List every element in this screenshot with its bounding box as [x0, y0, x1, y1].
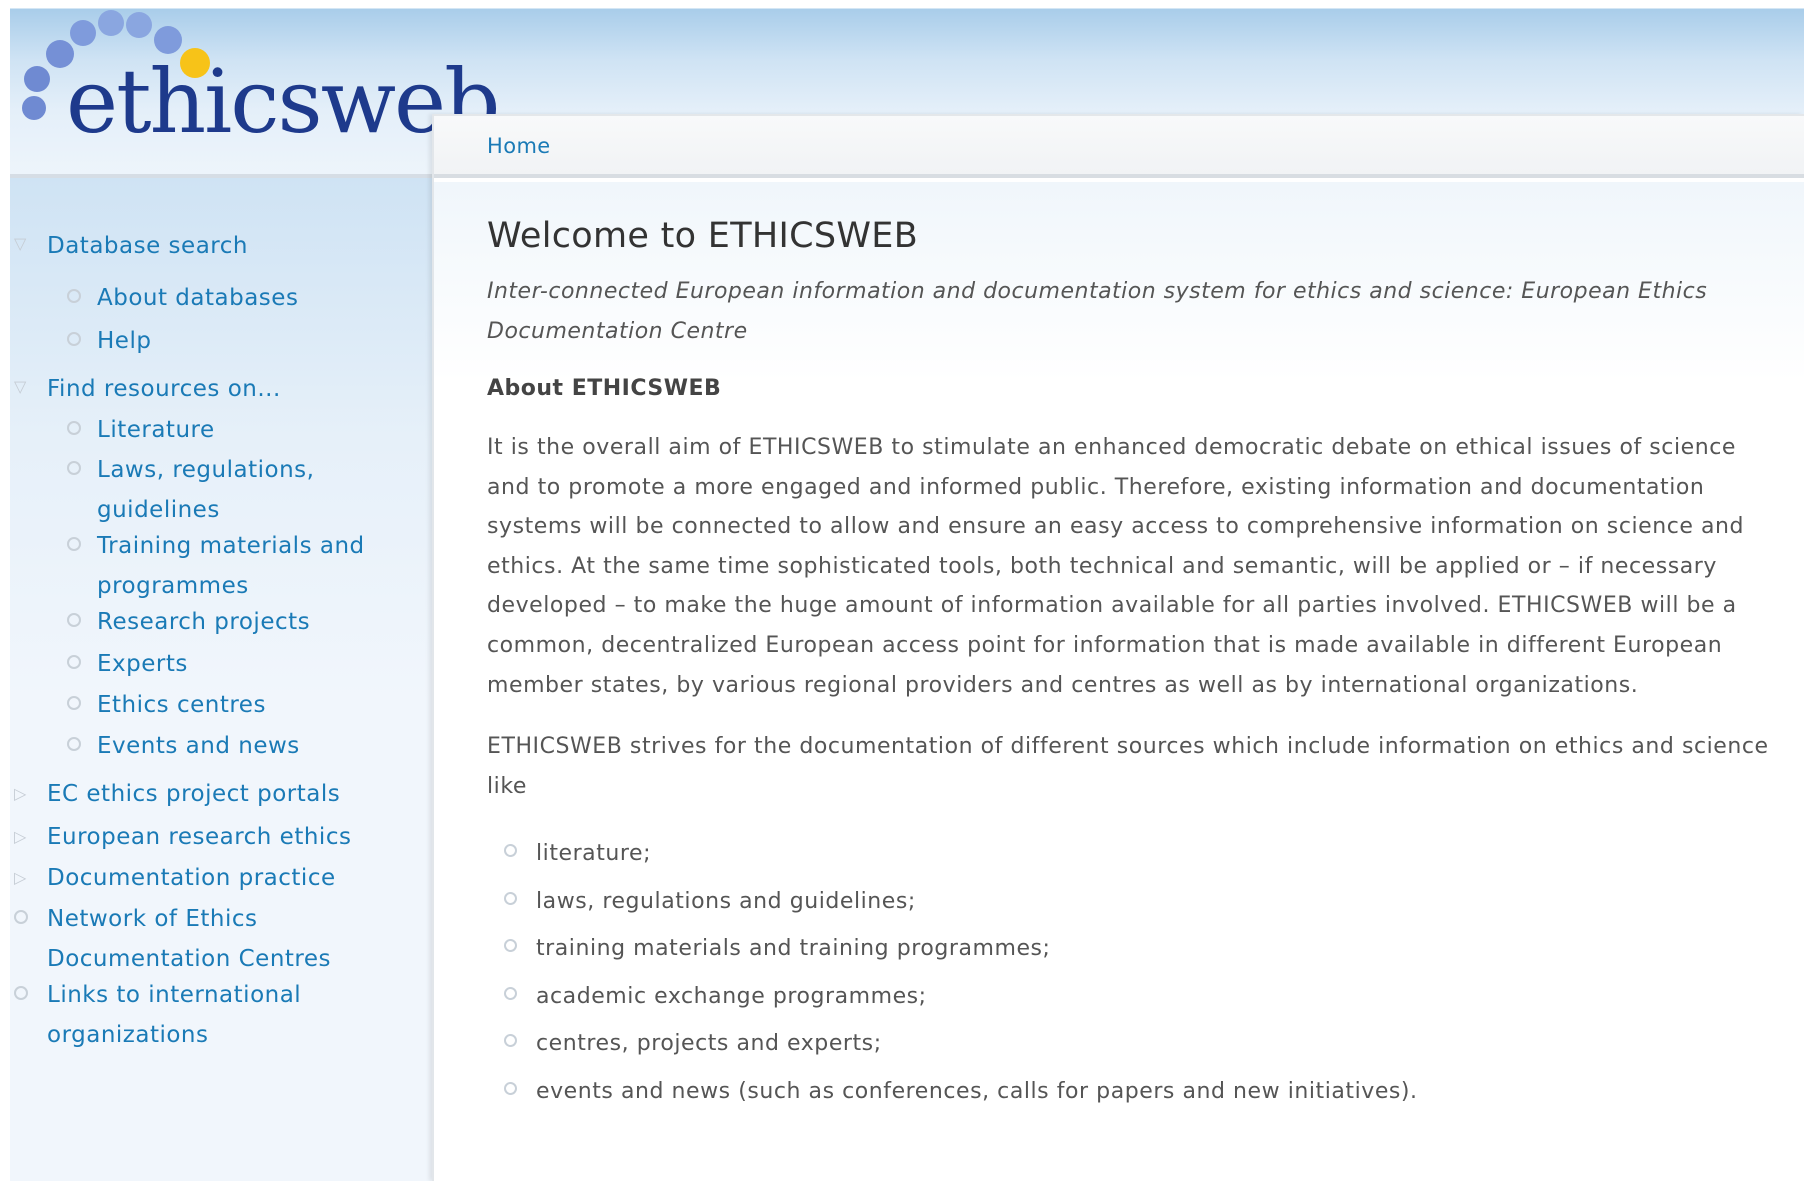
list-item: events and news (such as conferences, ca… [487, 1068, 1777, 1116]
circle-bullet-icon [67, 737, 81, 751]
circle-bullet-icon [504, 844, 517, 858]
sidebar-item[interactable]: Links to international organizations [10, 975, 420, 1055]
sidebar-item-label[interactable]: Find resources on... [10, 369, 420, 409]
list-item-text: events and news (such as conferences, ca… [536, 1078, 1418, 1104]
collapsed-triangle-icon: ▷ [14, 868, 27, 887]
section-heading: About ETHICSWEB [487, 376, 722, 401]
sources-list: literature; laws, regulations and guideli… [487, 830, 1777, 1115]
circle-bullet-icon [67, 421, 81, 435]
circle-bullet-icon [504, 891, 517, 905]
circle-bullet-icon [67, 613, 81, 627]
circle-bullet-icon [67, 332, 81, 346]
list-item: laws, regulations and guidelines; [487, 878, 1777, 926]
circle-bullet-icon [67, 696, 81, 710]
sidebar-item-label[interactable]: Links to international organizations [10, 975, 420, 1055]
sidebar-item[interactable]: Research projects [10, 602, 420, 642]
page-title: Welcome to ETHICSWEB [487, 216, 919, 256]
list-item-text: academic exchange programmes; [536, 983, 927, 1009]
circle-bullet-icon [14, 986, 28, 1000]
list-item-text: literature; [536, 841, 652, 867]
expanded-triangle-icon: ▽ [14, 234, 27, 253]
sidebar-item[interactable]: ▷ EC ethics project portals [10, 774, 420, 814]
sidebar-item-label[interactable]: Database search [10, 226, 420, 266]
circle-bullet-icon [504, 986, 517, 1000]
circle-bullet-icon [67, 289, 81, 303]
sidebar-item[interactable]: Experts [10, 644, 420, 684]
logo-dot [98, 10, 124, 36]
logo-dot [70, 20, 96, 46]
logo-dot [24, 66, 50, 92]
sources-paragraph: ETHICSWEB strives for the documentation … [487, 734, 1769, 799]
circle-bullet-icon [504, 939, 517, 953]
logo-dot [22, 96, 46, 120]
sidebar-item[interactable]: Help [10, 321, 420, 361]
collapsed-triangle-icon: ▷ [14, 827, 27, 846]
site-logo[interactable]: ethicsweb [14, 8, 500, 178]
sidebar-item-label[interactable]: Network of Ethics Documentation Centres [10, 899, 420, 979]
circle-bullet-icon [14, 910, 28, 924]
sidebar-item[interactable]: ▷ European research ethics [10, 817, 420, 857]
list-item: literature; [487, 830, 1777, 878]
sidebar-item[interactable]: Events and news [10, 726, 420, 766]
sidebar-item[interactable]: Training materials and programmes [10, 526, 420, 606]
expanded-triangle-icon: ▽ [14, 377, 27, 396]
content-area: Welcome to ETHICSWEB Inter-connected Eur… [487, 214, 1777, 1115]
sidebar-item[interactable]: ▽ Database search [10, 226, 420, 266]
list-item-text: training materials and training programm… [536, 936, 1051, 962]
sidebar-item[interactable]: About databases [10, 278, 420, 318]
sidebar-item-label[interactable]: Documentation practice [10, 858, 420, 898]
sidebar-item[interactable]: ▷ Documentation practice [10, 858, 420, 898]
logo-dot [126, 12, 152, 38]
circle-bullet-icon [67, 461, 81, 475]
collapsed-triangle-icon: ▷ [14, 784, 27, 803]
sidebar-item[interactable]: Ethics centres [10, 685, 420, 725]
list-item: training materials and training programm… [487, 925, 1777, 973]
breadcrumb-bar: Home [434, 114, 1804, 178]
intro-paragraph: It is the overall aim of ETHICSWEB to st… [487, 435, 1745, 698]
breadcrumb-home-link[interactable]: Home [487, 134, 551, 158]
list-item: centres, projects and experts; [487, 1020, 1777, 1068]
sidebar-item[interactable]: Laws, regulations, guidelines [10, 450, 420, 530]
sidebar-item[interactable]: Network of Ethics Documentation Centres [10, 899, 420, 979]
sidebar-item[interactable]: ▽ Find resources on... [10, 369, 420, 409]
circle-bullet-icon [504, 1081, 517, 1095]
list-item-text: laws, regulations and guidelines; [536, 888, 916, 914]
circle-bullet-icon [504, 1034, 517, 1048]
circle-bullet-icon [67, 537, 81, 551]
list-item: academic exchange programmes; [487, 973, 1777, 1021]
list-item-text: centres, projects and experts; [536, 1031, 882, 1057]
sidebar-item-label[interactable]: European research ethics [10, 817, 420, 857]
circle-bullet-icon [67, 655, 81, 669]
main-panel: Home Welcome to ETHICSWEB Inter-connecte… [432, 114, 1804, 1181]
sidebar-item[interactable]: Literature [10, 410, 420, 450]
page-edge [0, 0, 10, 1181]
sidebar-item-label[interactable]: EC ethics project portals [10, 774, 420, 814]
page-subtitle: Inter-connected European information and… [487, 279, 1708, 344]
